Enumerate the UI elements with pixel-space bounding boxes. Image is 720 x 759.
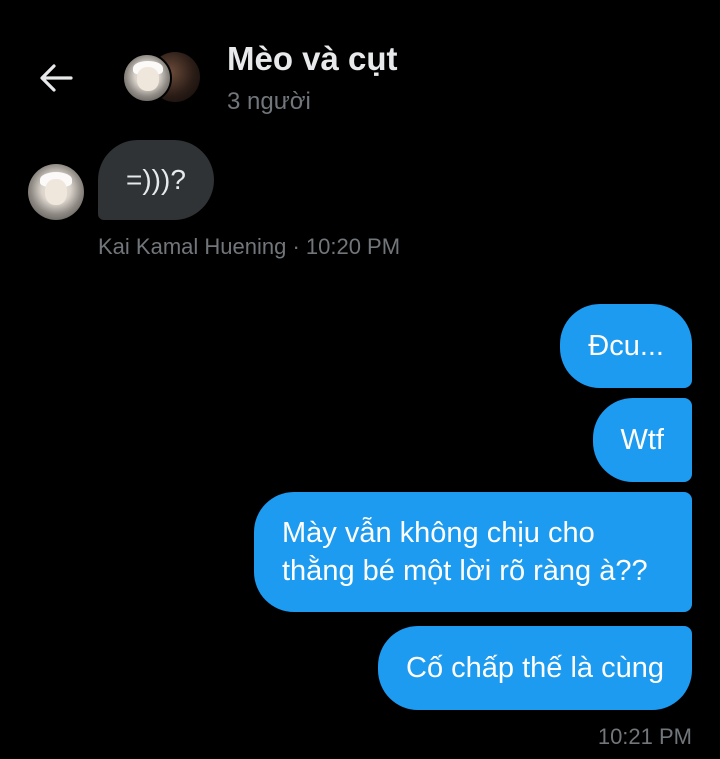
message-text: Cố chấp thế là cùng [406, 652, 664, 684]
outgoing-message-bubble[interactable]: Đcu... [560, 304, 692, 388]
outgoing-message-bubble[interactable]: Mày vẫn không chịu cho thằng bé một lời … [254, 492, 692, 612]
message-text: =)))? [126, 164, 186, 195]
message-text: Mày vẫn không chịu cho thằng bé một lời … [282, 517, 648, 587]
message-text: Wtf [620, 424, 665, 456]
member-avatar [122, 53, 172, 103]
arrow-left-icon [40, 64, 73, 92]
message-text: Đcu... [588, 330, 664, 362]
back-button[interactable] [32, 54, 80, 102]
participant-count: 3 người [227, 88, 311, 115]
incoming-message-bubble[interactable]: =)))? [98, 140, 214, 220]
outgoing-message-bubble[interactable]: Cố chấp thế là cùng [378, 626, 692, 710]
outgoing-message-bubble[interactable]: Wtf [592, 398, 692, 482]
group-avatar[interactable] [122, 51, 204, 103]
conversation-title[interactable]: Mèo và cụt [227, 40, 398, 78]
dm-conversation-screen: Mèo và cụt 3 người =)))? Kai Kamal Hueni… [0, 0, 720, 759]
incoming-message-meta: Kai Kamal Huening · 10:20 PM [98, 234, 401, 259]
outgoing-message-time: 10:21 PM [597, 724, 692, 749]
sender-avatar[interactable] [28, 164, 84, 220]
